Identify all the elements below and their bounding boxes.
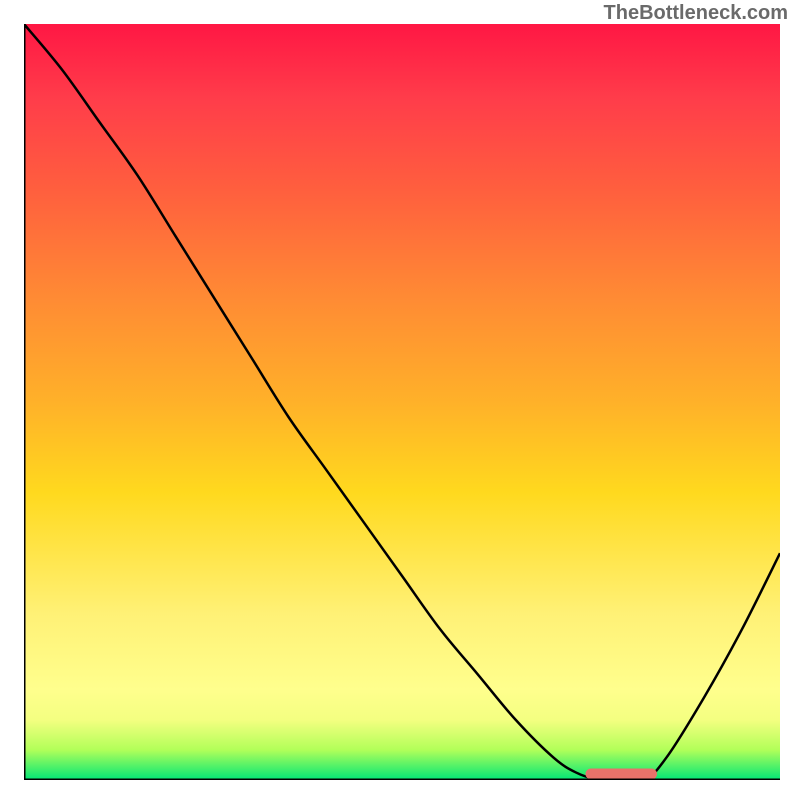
- watermark-text: TheBottleneck.com: [604, 2, 788, 25]
- chart-background-gradient: [24, 24, 780, 780]
